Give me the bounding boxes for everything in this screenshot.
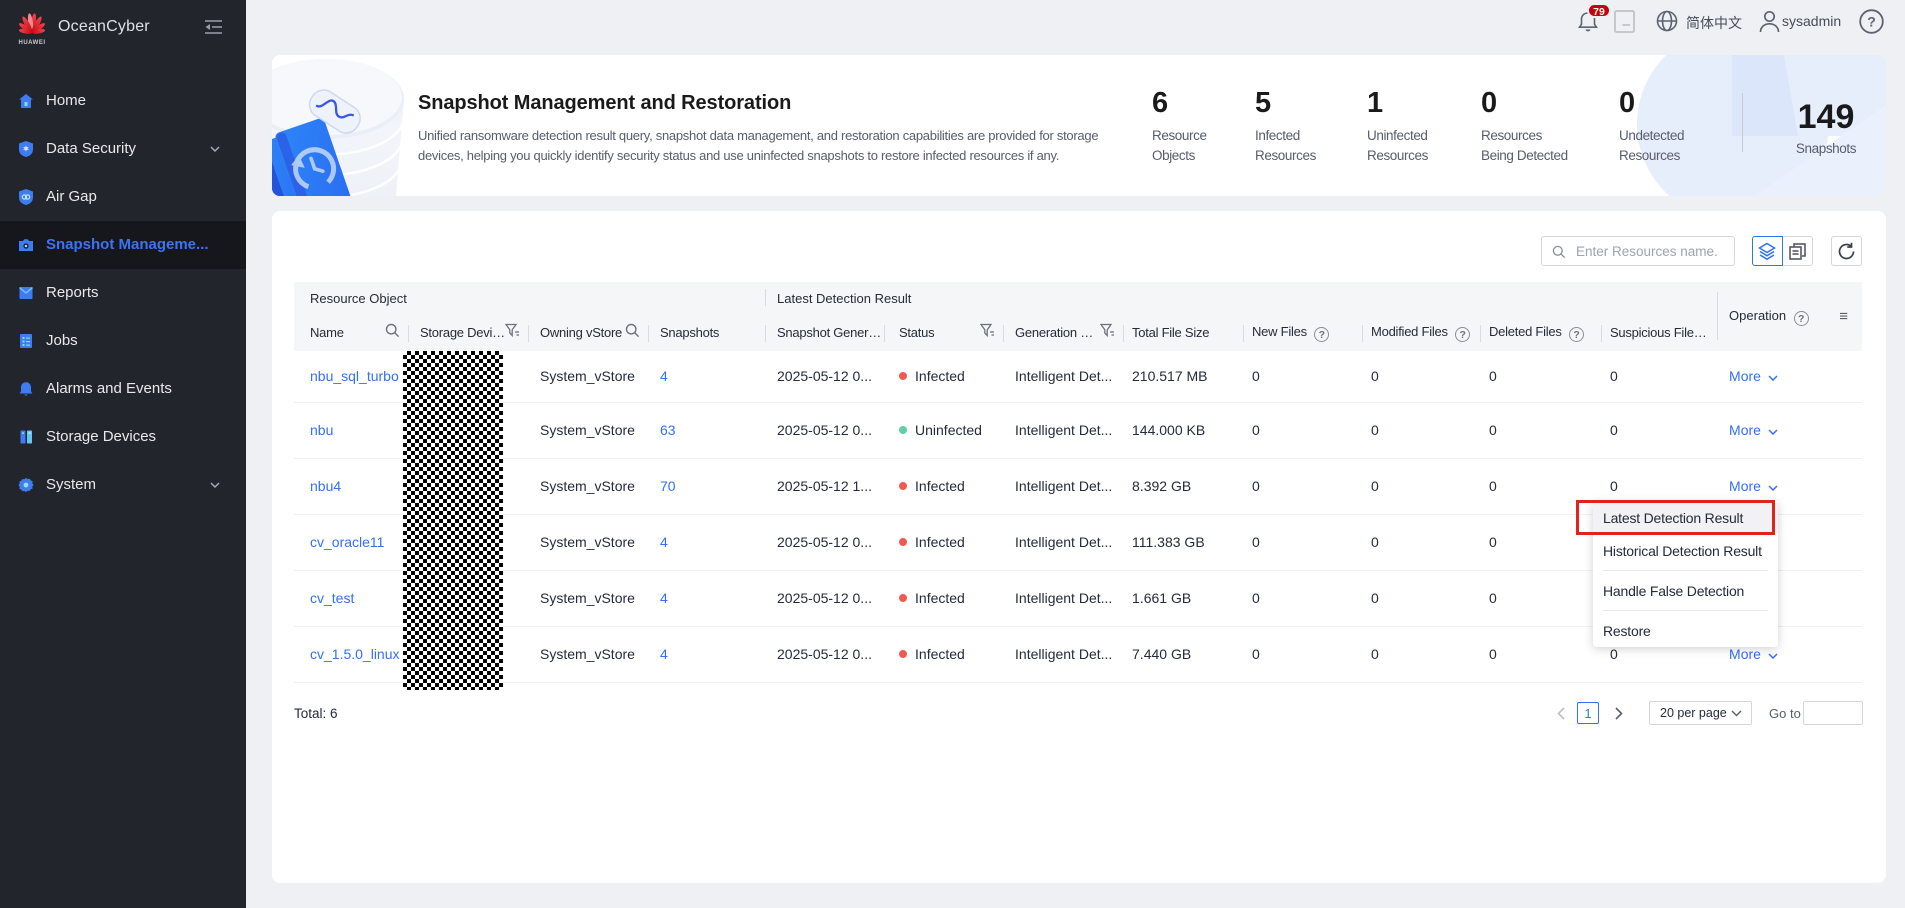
svg-text:?: ? — [1867, 14, 1876, 30]
svg-text:HUAWEI: HUAWEI — [19, 40, 46, 45]
